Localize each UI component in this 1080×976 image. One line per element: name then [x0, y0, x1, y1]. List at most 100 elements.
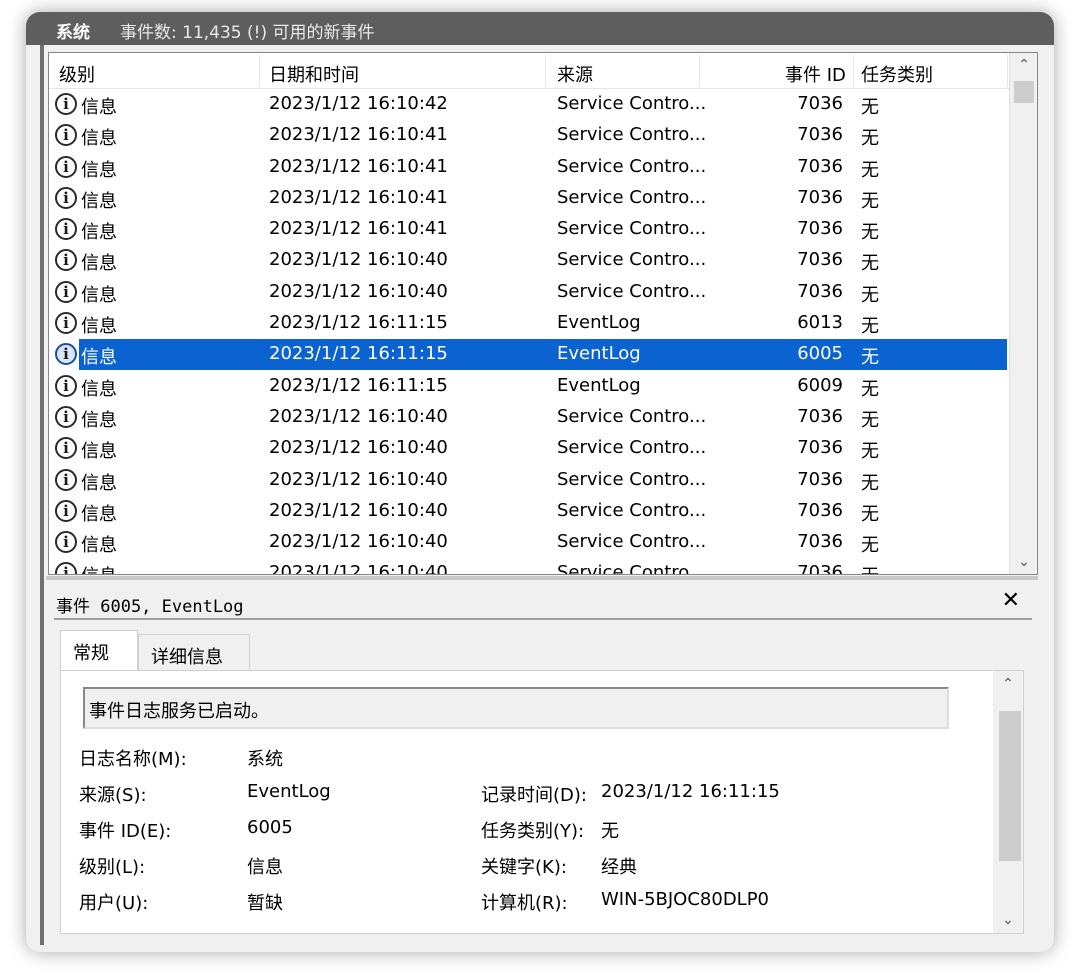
info-icon: i	[55, 186, 77, 209]
event-count: 事件数: 11,435 (!) 可用的新事件	[120, 23, 375, 43]
cell-source: Service Contro...	[557, 249, 707, 271]
cell-level: 信息	[81, 503, 117, 525]
chevron-down-icon[interactable]: ⌄	[993, 907, 1023, 933]
tab-general[interactable]: 常规	[60, 630, 138, 670]
cell-source: Service Contro...	[557, 437, 707, 459]
close-icon[interactable]: ✕	[1002, 588, 1020, 613]
cell-level: 信息	[81, 409, 117, 431]
table-row[interactable]: i信息2023/1/12 16:10:40Service Contro...70…	[49, 402, 1009, 433]
cell-datetime: 2023/1/12 16:10:40	[269, 562, 448, 575]
table-row[interactable]: i信息2023/1/12 16:10:40Service Contro...70…	[49, 496, 1009, 527]
cell-event-id: 6005	[797, 343, 843, 365]
cell-task-category: 无	[861, 284, 879, 306]
list-header: 级别 日期和时间 来源 事件 ID 任务类别	[49, 53, 1009, 89]
user-value[interactable]: 暂缺	[247, 889, 283, 915]
event-id-value[interactable]: 6005	[247, 817, 293, 838]
table-row[interactable]: i 信息 2023/1/12 16:10:41 Service Contro... 70…	[49, 120, 1009, 151]
info-icon: i	[55, 218, 77, 241]
table-row[interactable]: i信息2023/1/12 16:10:40Service Contro...70…	[49, 277, 1009, 308]
cell-level: 信息	[81, 441, 117, 463]
column-divider[interactable]	[259, 55, 260, 87]
cell-event-id: 7036	[797, 437, 843, 459]
cell-datetime: 2023/1/12 16:10:41	[269, 124, 448, 146]
cell-level: 信息	[81, 562, 117, 574]
column-divider[interactable]	[699, 55, 700, 87]
cell-source: EventLog	[557, 312, 641, 334]
chevron-up-icon[interactable]: ⌃	[993, 671, 1023, 697]
cell-datetime: 2023/1/12 16:11:15	[269, 374, 448, 396]
column-divider[interactable]	[1007, 55, 1008, 87]
column-header-source[interactable]: 来源	[557, 61, 593, 87]
cell-level: 信息	[81, 284, 117, 306]
keywords-value[interactable]: 经典	[601, 853, 637, 879]
cell-event-id: 7036	[797, 562, 843, 575]
table-row[interactable]: i 信息 2023/1/12 16:10:42 Service Contro... 70…	[49, 89, 1009, 120]
event-description[interactable]: 事件日志服务已启动。	[83, 687, 949, 729]
cell-task-category: 无	[861, 128, 879, 150]
cell-datetime: 2023/1/12 16:10:40	[269, 280, 448, 302]
event-rows: i 信息 2023/1/12 16:10:42 Service Contro... 70…	[49, 89, 1009, 575]
cell-datetime: 2023/1/12 16:10:41	[269, 218, 448, 240]
scrollbar-thumb[interactable]	[1014, 81, 1034, 103]
cell-task-category: 无	[861, 159, 879, 181]
detail-scrollbar[interactable]: ⌃ ⌄	[993, 671, 1023, 933]
info-icon: i	[55, 374, 77, 397]
cell-source: Service Contro...	[557, 124, 707, 146]
detail-title: 事件 6005, EventLog	[56, 597, 244, 617]
cell-task-category: 无	[861, 347, 879, 369]
cell-task-category: 无	[861, 441, 879, 463]
table-row[interactable]: i 信息 2023/1/12 16:11:15 EventLog 6009 无	[49, 371, 1009, 402]
event-list[interactable]: 级别 日期和时间 来源 事件 ID 任务类别 i 信息 2023/1/12 16:1…	[48, 52, 1038, 575]
column-divider[interactable]	[545, 55, 546, 87]
table-row[interactable]: i信息2023/1/12 16:10:40Service Contro...70…	[49, 527, 1009, 558]
info-icon: i	[55, 437, 77, 460]
cell-source: EventLog	[557, 343, 641, 365]
cell-source: Service Contro...	[557, 186, 707, 208]
cell-level: 信息	[81, 316, 117, 338]
cell-source: Service Contro...	[557, 531, 707, 553]
chevron-up-icon[interactable]: ⌃	[1010, 53, 1037, 77]
log-name-value[interactable]: 系统	[247, 745, 283, 771]
column-header-datetime[interactable]: 日期和时间	[269, 61, 359, 87]
chevron-down-icon[interactable]: ⌄	[1010, 550, 1037, 574]
cell-datetime: 2023/1/12 16:10:42	[269, 93, 448, 114]
cell-datetime: 2023/1/12 16:11:15	[269, 312, 448, 334]
info-icon: i	[55, 249, 77, 272]
cell-event-id: 7036	[797, 280, 843, 302]
scrollbar-thumb[interactable]	[999, 711, 1021, 861]
table-row[interactable]: i 信息 2023/1/12 16:11:15 EventLog 6005 无	[49, 339, 1009, 371]
logged-value[interactable]: 2023/1/12 16:11:15	[601, 781, 780, 802]
cell-event-id: 7036	[797, 468, 843, 490]
cell-source: Service Contro...	[557, 468, 707, 490]
tab-details[interactable]: 详细信息	[138, 634, 250, 670]
info-icon: i	[55, 312, 77, 335]
cell-level: 信息	[81, 253, 117, 275]
column-header-event-id[interactable]: 事件 ID	[785, 61, 846, 87]
cell-level: 信息	[81, 97, 117, 118]
cell-level: 信息	[81, 347, 117, 369]
cell-datetime: 2023/1/12 16:10:41	[269, 186, 448, 208]
level-value[interactable]: 信息	[247, 853, 283, 879]
column-divider[interactable]	[853, 55, 854, 87]
column-header-level[interactable]: 级别	[59, 61, 95, 87]
table-row[interactable]: i信息 2023/1/12 16:10:40 Service Contro... 70…	[49, 433, 1009, 464]
cell-level: 信息	[81, 535, 117, 557]
cell-datetime: 2023/1/12 16:10:40	[269, 437, 448, 459]
table-row[interactable]: i 信息 2023/1/12 16:10:41 Service Contro... 70…	[49, 214, 1009, 245]
table-row[interactable]: i信息2023/1/12 16:10:40Service Contro...70…	[49, 465, 1009, 496]
source-value[interactable]: EventLog	[247, 781, 331, 802]
table-row[interactable]: i信息2023/1/12 16:10:40Service Contro...70…	[49, 558, 1009, 575]
table-row[interactable]: i 信息 2023/1/12 16:10:41 Service Contro... 70…	[49, 152, 1009, 183]
column-header-task-category[interactable]: 任务类别	[861, 61, 933, 87]
panel-splitter[interactable]	[46, 576, 1038, 580]
cell-level: 信息	[81, 190, 117, 212]
table-row[interactable]: i信息2023/1/12 16:10:40Service Contro...70…	[49, 245, 1009, 276]
table-row[interactable]: i 信息 2023/1/12 16:10:41 Service Contro... 70…	[49, 183, 1009, 214]
list-scrollbar[interactable]: ⌃ ⌄	[1009, 53, 1037, 574]
cell-event-id: 6013	[797, 312, 843, 334]
divider	[54, 618, 1032, 620]
computer-value[interactable]: WIN-5BJOC80DLP0	[601, 889, 769, 910]
task-category-value[interactable]: 无	[601, 817, 619, 843]
cell-event-id: 7036	[797, 499, 843, 521]
table-row[interactable]: i 信息 2023/1/12 16:11:15 EventLog 6013 无	[49, 308, 1009, 339]
